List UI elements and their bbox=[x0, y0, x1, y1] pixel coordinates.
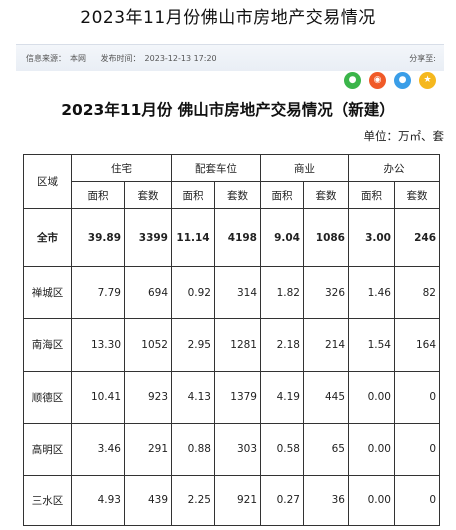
table-cell: 3.00 bbox=[348, 208, 395, 268]
table-row: 禅城区 7.79 694 0.92 314 1.82 326 1.46 82 bbox=[23, 266, 440, 320]
region-cell: 顺德区 bbox=[23, 370, 72, 424]
table-cell: 2.18 bbox=[260, 318, 304, 372]
table-cell: 36 bbox=[303, 474, 349, 527]
table-cell: 1281 bbox=[214, 318, 261, 372]
table-cell: 694 bbox=[124, 266, 172, 320]
table-cell: 2.95 bbox=[171, 318, 215, 372]
table-cell: 0.00 bbox=[348, 422, 395, 476]
region-cell: 南海区 bbox=[23, 318, 72, 372]
weibo-icon[interactable]: ◉ bbox=[369, 72, 386, 89]
region-header: 区域 bbox=[23, 153, 72, 210]
table-cell: 0.92 bbox=[171, 266, 215, 320]
transaction-table: 区域 住宅 配套车位 商业 办公 面积 套数 面积 套数 面积 套数 面积 套数… bbox=[23, 153, 440, 527]
table-cell: 0.88 bbox=[171, 422, 215, 476]
region-cell: 高明区 bbox=[23, 422, 72, 476]
table-row: 高明区 3.46 291 0.88 303 0.58 65 0.00 0 bbox=[23, 422, 440, 476]
table-cell: 326 bbox=[303, 266, 349, 320]
region-cell: 三水区 bbox=[23, 474, 72, 527]
table-row: 三水区 4.93 439 2.25 921 0.27 36 0.00 0 bbox=[23, 474, 440, 527]
group-header-row: 区域 住宅 配套车位 商业 办公 bbox=[23, 153, 440, 210]
table-cell: 291 bbox=[124, 422, 172, 476]
qq-icon[interactable]: ● bbox=[394, 72, 411, 89]
table-cell: 4198 bbox=[214, 208, 261, 268]
table-cell: 4.93 bbox=[71, 474, 125, 527]
table-cell: 1.54 bbox=[348, 318, 395, 372]
table-cell: 0 bbox=[394, 474, 440, 527]
qzone-icon[interactable]: ★ bbox=[419, 72, 436, 89]
table-cell: 11.14 bbox=[171, 208, 215, 268]
table-cell: 303 bbox=[214, 422, 261, 476]
article-meta: 信息来源： 本网 发布时间： 2023-12-13 17:20 bbox=[26, 53, 221, 64]
table-cell: 445 bbox=[303, 370, 349, 424]
sub-header: 面积 bbox=[348, 181, 395, 210]
sub-header: 面积 bbox=[260, 181, 304, 210]
time-label: 发布时间： bbox=[100, 54, 141, 63]
publish-time: 2023-12-13 17:20 bbox=[144, 54, 217, 63]
table-row: 顺德区 10.41 923 4.13 1379 4.19 445 0.00 0 bbox=[23, 370, 440, 424]
sub-header: 套数 bbox=[124, 181, 172, 210]
source-label: 信息来源： bbox=[26, 54, 66, 63]
table-cell: 921 bbox=[214, 474, 261, 527]
region-cell: 全市 bbox=[23, 208, 72, 268]
sub-header: 套数 bbox=[303, 181, 349, 210]
table-cell: 0.58 bbox=[260, 422, 304, 476]
table-cell: 0.00 bbox=[348, 474, 395, 527]
table-cell: 39.89 bbox=[71, 208, 125, 268]
sub-header: 面积 bbox=[171, 181, 215, 210]
group-header: 商业 bbox=[260, 153, 349, 183]
table-cell: 9.04 bbox=[260, 208, 304, 268]
group-header: 配套车位 bbox=[171, 153, 261, 183]
page-title: 2023年11月份佛山市房地产交易情况 bbox=[80, 8, 376, 28]
sub-header: 套数 bbox=[214, 181, 261, 210]
table-cell: 65 bbox=[303, 422, 349, 476]
table-cell: 923 bbox=[124, 370, 172, 424]
share-label: 分享至: bbox=[409, 54, 436, 63]
table-cell: 1052 bbox=[124, 318, 172, 372]
table-cell: 4.13 bbox=[171, 370, 215, 424]
share-icons: ● ◉ ● ★ bbox=[344, 72, 436, 89]
sub-header-row: 面积 套数 面积 套数 面积 套数 面积 套数 bbox=[24, 181, 440, 210]
group-header: 办公 bbox=[348, 153, 440, 183]
group-header: 住宅 bbox=[71, 153, 172, 183]
table-cell: 1086 bbox=[303, 208, 349, 268]
source-value: 本网 bbox=[70, 54, 86, 63]
table-cell: 0.27 bbox=[260, 474, 304, 527]
table-cell: 1.82 bbox=[260, 266, 304, 320]
table-cell: 2.25 bbox=[171, 474, 215, 527]
table-cell: 3399 bbox=[124, 208, 172, 268]
table-cell: 214 bbox=[303, 318, 349, 372]
table-cell: 0.00 bbox=[348, 370, 395, 424]
sub-header: 面积 bbox=[71, 181, 125, 210]
table-cell: 4.19 bbox=[260, 370, 304, 424]
table-row: 全市 39.89 3399 11.14 4198 9.04 1086 3.00 … bbox=[23, 208, 440, 268]
wechat-icon[interactable]: ● bbox=[344, 72, 361, 89]
table-cell: 246 bbox=[394, 208, 440, 268]
table-cell: 7.79 bbox=[71, 266, 125, 320]
table-cell: 0 bbox=[394, 370, 440, 424]
table-cell: 164 bbox=[394, 318, 440, 372]
unit-label: 单位：万㎡、套 bbox=[363, 129, 445, 143]
table-cell: 1.46 bbox=[348, 266, 395, 320]
article-meta-bar: 信息来源： 本网 发布时间： 2023-12-13 17:20 分享至: bbox=[16, 44, 444, 71]
sub-header: 套数 bbox=[394, 181, 440, 210]
table-cell: 1379 bbox=[214, 370, 261, 424]
table-cell: 82 bbox=[394, 266, 440, 320]
table-cell: 3.46 bbox=[71, 422, 125, 476]
table-cell: 314 bbox=[214, 266, 261, 320]
table-cell: 439 bbox=[124, 474, 172, 527]
table-cell: 0 bbox=[394, 422, 440, 476]
document-heading: 2023年11月份 佛山市房地产交易情况（新建） bbox=[61, 101, 395, 119]
table-row: 南海区 13.30 1052 2.95 1281 2.18 214 1.54 1… bbox=[23, 318, 440, 372]
table-cell: 10.41 bbox=[71, 370, 125, 424]
table-cell: 13.30 bbox=[71, 318, 125, 372]
region-cell: 禅城区 bbox=[23, 266, 72, 320]
